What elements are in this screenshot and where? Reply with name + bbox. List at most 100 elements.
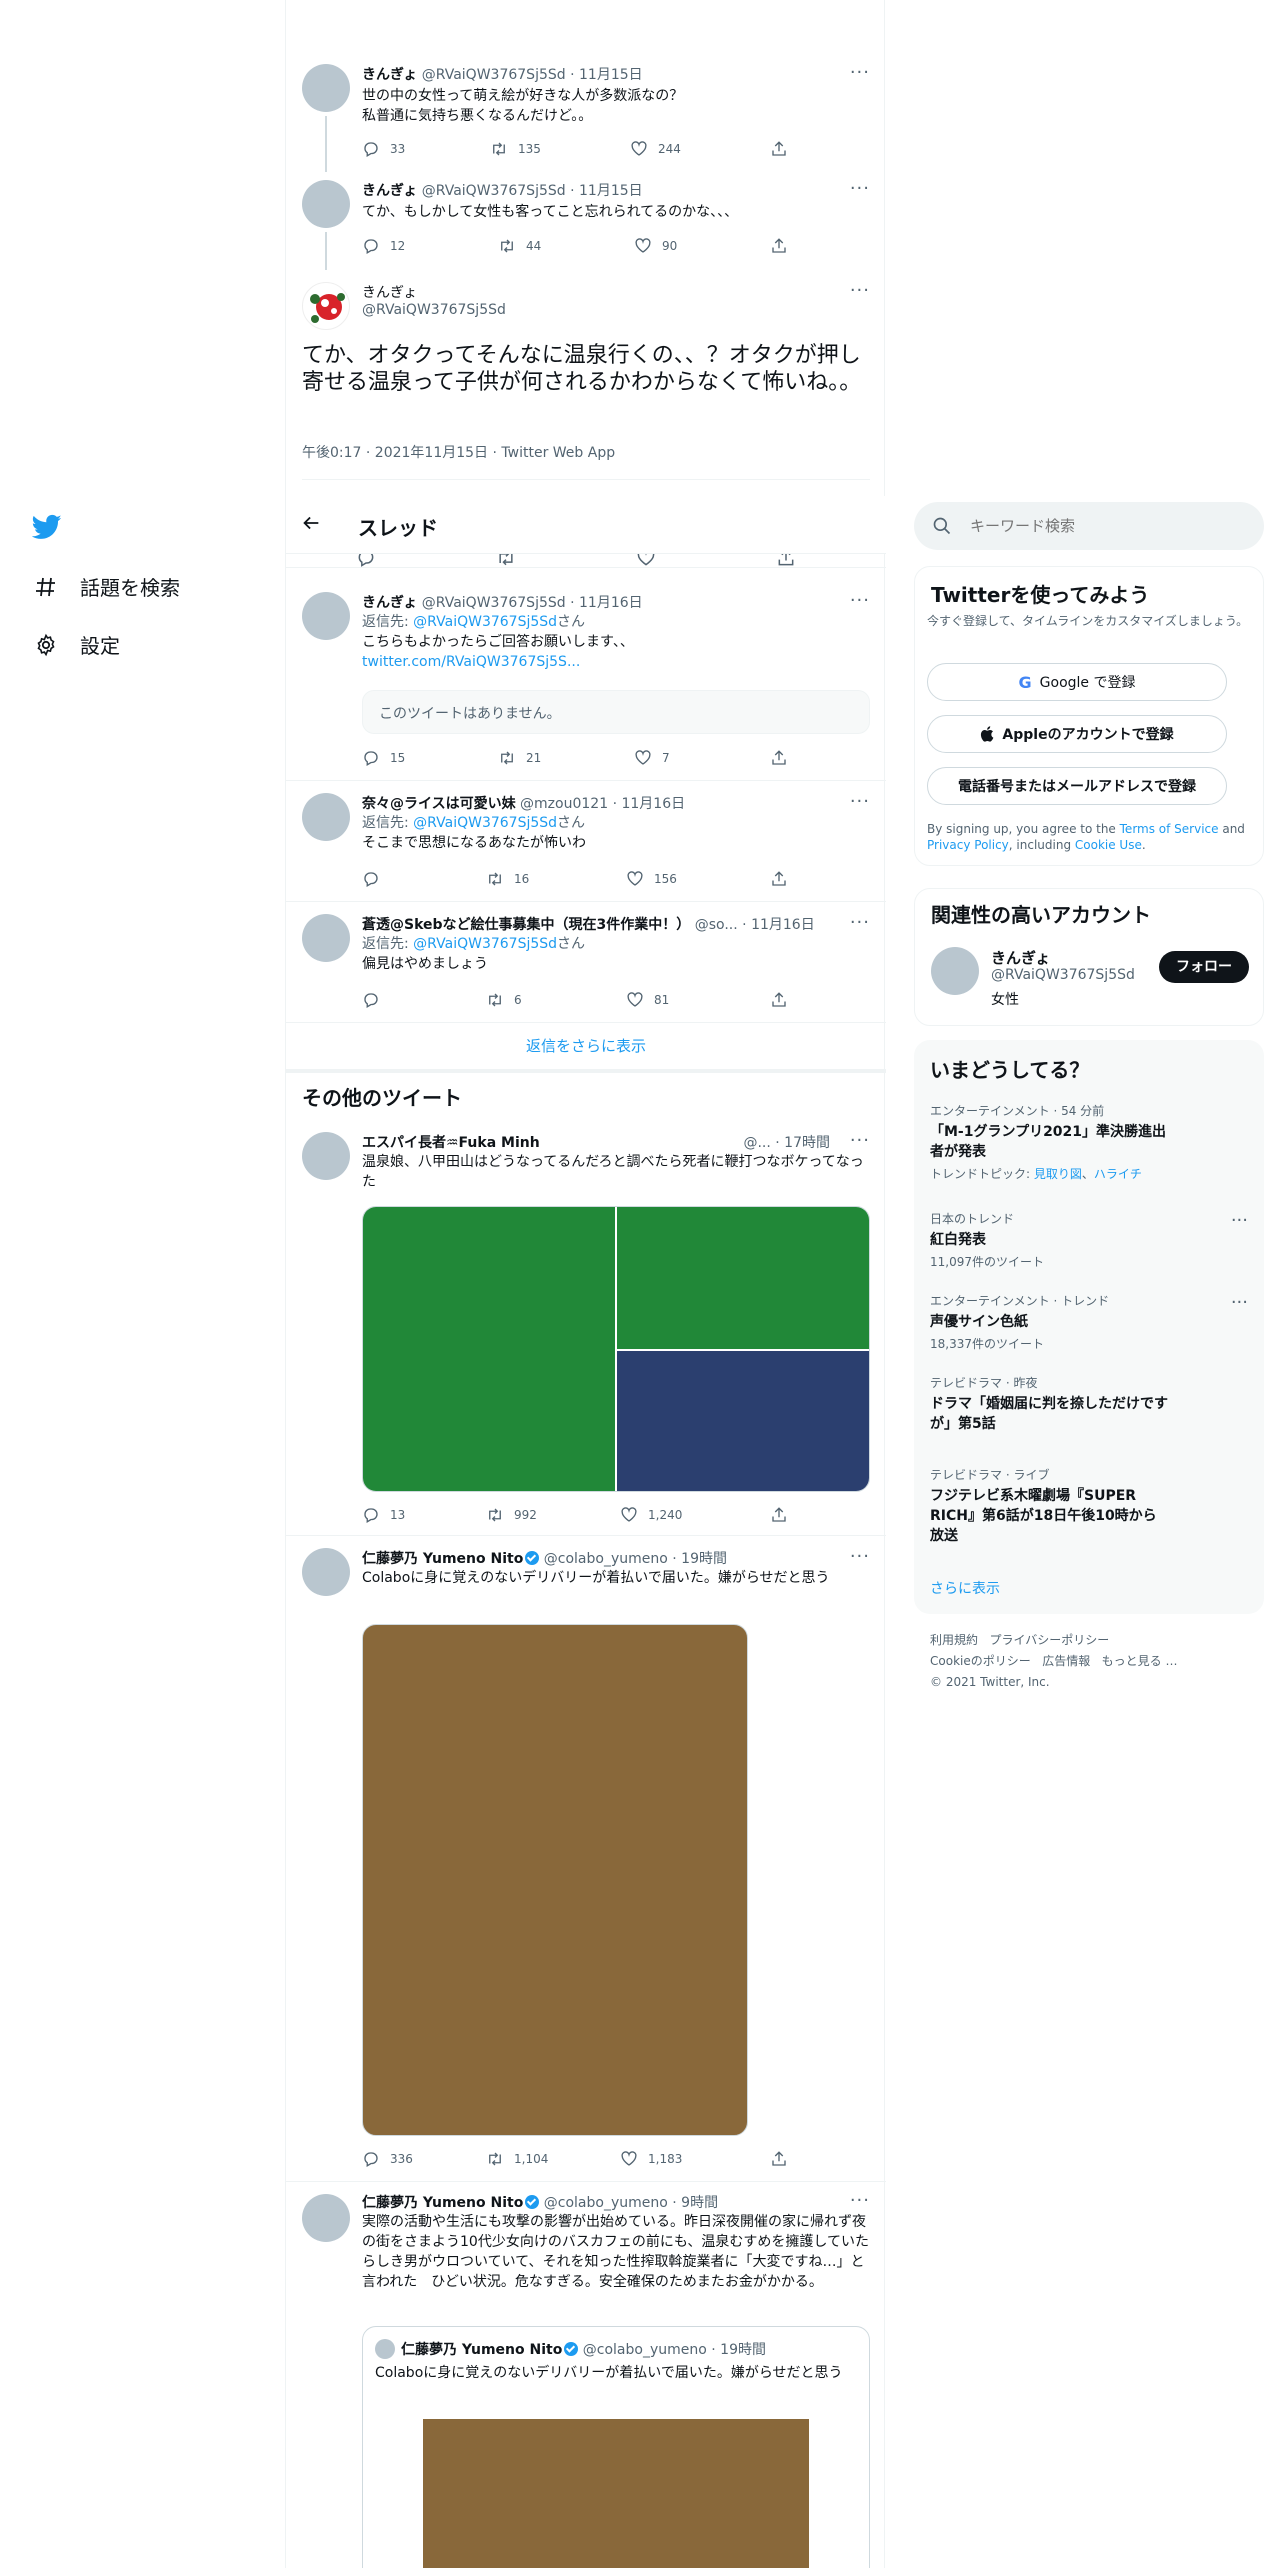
heart-icon[interactable]	[636, 554, 656, 568]
timestamp[interactable]: 11月16日	[579, 595, 643, 611]
more-icon[interactable]: ···	[850, 793, 870, 811]
timestamp[interactable]: 11月15日	[579, 67, 643, 83]
more-icon[interactable]: ···	[850, 914, 870, 932]
avatar[interactable]	[302, 282, 350, 330]
nav-explore[interactable]: 話題を検索	[32, 572, 180, 601]
handle[interactable]: @RVaiQW3767Sj5Sd	[422, 595, 566, 611]
share-button[interactable]	[770, 236, 788, 256]
like-button[interactable]: 1,240	[620, 1505, 682, 1525]
other-tweet[interactable]: 仁藤夢乃 Yumeno Nito @colabo_yumeno · 19時間 ·…	[286, 1536, 886, 2181]
display-name[interactable]: 仁藤夢乃 Yumeno Nito	[362, 2195, 523, 2211]
retweet-button[interactable]: 992	[486, 1505, 537, 1525]
handle[interactable]: @RVaiQW3767Sj5Sd	[422, 183, 566, 199]
timestamp[interactable]: 9時間	[681, 2195, 718, 2211]
reply-icon[interactable]	[356, 554, 376, 568]
footer-link[interactable]: プライバシーポリシー	[989, 1633, 1109, 1647]
more-icon[interactable]: ···	[850, 2192, 870, 2210]
like-button[interactable]: 7	[634, 748, 670, 768]
handle[interactable]: @colabo_yumeno	[544, 1551, 668, 1567]
avatar[interactable]	[931, 947, 979, 995]
more-icon[interactable]: ···	[1231, 1212, 1248, 1230]
more-icon[interactable]: ···	[850, 1132, 870, 1150]
avatar[interactable]	[302, 2194, 350, 2242]
reply-button[interactable]: 15	[362, 748, 405, 768]
reply-button[interactable]: 13	[362, 1505, 405, 1525]
footer-link[interactable]: Cookieのポリシー	[930, 1654, 1031, 1668]
retweet-button[interactable]: 21	[498, 748, 541, 768]
share-button[interactable]	[770, 1505, 788, 1525]
media-image[interactable]	[617, 1207, 869, 1349]
share-button[interactable]	[770, 869, 788, 889]
display-name[interactable]: きんぎょ	[362, 183, 417, 199]
other-tweet[interactable]: エスパイ長者♒Fuka Minh @... · 17時間 ··· 温泉娘、八甲田…	[286, 1120, 886, 1535]
related-handle[interactable]: @RVaiQW3767Sj5Sd	[991, 967, 1135, 983]
handle[interactable]: @colabo_yumeno	[544, 2195, 668, 2211]
handle[interactable]: @RVaiQW3767Sj5Sd	[422, 67, 566, 83]
retweet-button[interactable]: 6	[486, 990, 522, 1010]
reply-button[interactable]: 33	[362, 139, 405, 159]
quote-tweet[interactable]: 仁藤夢乃 Yumeno Nito @colabo_yumeno · 19時間 C…	[362, 2326, 870, 2568]
timestamp[interactable]: 11月16日	[751, 917, 815, 933]
search-input[interactable]	[970, 514, 1240, 538]
handle[interactable]: @so...	[695, 917, 738, 933]
avatar[interactable]	[302, 64, 350, 112]
tweet-meta[interactable]: 午後0:17 · 2021年11月15日 · Twitter Web App	[302, 442, 615, 462]
privacy-link[interactable]: Privacy Policy	[927, 838, 1009, 852]
search-box[interactable]	[914, 502, 1264, 550]
cookie-link[interactable]: Cookie Use	[1075, 838, 1142, 852]
thread-tweet[interactable]: きんぎょ @RVaiQW3767Sj5Sd · 11月15日 ··· 世の中の女…	[286, 56, 886, 172]
like-button[interactable]: 81	[626, 990, 669, 1010]
retweet-button[interactable]: 135	[490, 139, 541, 159]
timestamp[interactable]: 17時間	[784, 1135, 830, 1151]
reply-button[interactable]	[362, 990, 390, 1010]
retweet-button[interactable]: 16	[486, 869, 529, 889]
timestamp[interactable]: 19時間	[681, 1551, 727, 1567]
related-name[interactable]: きんぎょ	[991, 947, 1050, 968]
terms-link[interactable]: Terms of Service	[1120, 822, 1219, 836]
nav-settings[interactable]: 設定	[32, 630, 120, 659]
display-name[interactable]: きんぎょ	[362, 67, 417, 83]
trend-item[interactable]: テレビドラマ · ライブ フジテレビ系木曜劇場『SUPER RICH』第6話が1…	[930, 1466, 1248, 1546]
retweet-button[interactable]: 44	[498, 236, 541, 256]
thread-tweet[interactable]: きんぎょ @RVaiQW3767Sj5Sd · 11月15日 ··· てか、もし…	[286, 172, 886, 270]
share-button[interactable]	[770, 748, 788, 768]
handle[interactable]: @...	[743, 1135, 770, 1151]
display-name[interactable]: きんぎょ	[362, 595, 417, 611]
media-image[interactable]	[617, 1351, 869, 1491]
like-button[interactable]: 90	[634, 236, 677, 256]
show-more-trends[interactable]: さらに表示	[930, 1578, 1000, 1598]
avatar[interactable]	[302, 914, 350, 962]
share-button[interactable]	[770, 2149, 788, 2169]
display-name[interactable]: 蒼透@Skebなど絵仕事募集中（現在3件作業中！）	[362, 917, 690, 933]
reply-tweet[interactable]: 奈々@ライスは可愛い妹 @mzou0121 · 11月16日 ··· 返信先: …	[286, 781, 886, 901]
display-name[interactable]: エスパイ長者♒Fuka Minh	[362, 1135, 540, 1151]
more-icon[interactable]: ···	[850, 64, 870, 82]
share-button[interactable]	[770, 990, 788, 1010]
reply-tweet[interactable]: 蒼透@Skebなど絵仕事募集中（現在3件作業中！） @so... · 11月16…	[286, 902, 886, 1022]
avatar[interactable]	[302, 1132, 350, 1180]
media-image[interactable]	[362, 1624, 748, 2136]
more-icon[interactable]: ···	[850, 282, 870, 300]
tweet-link[interactable]: twitter.com/RVaiQW3767Sj5S...	[362, 652, 870, 672]
retweet-icon[interactable]	[496, 554, 516, 568]
more-icon[interactable]: ···	[850, 1548, 870, 1566]
like-button[interactable]: 156	[626, 869, 677, 889]
like-button[interactable]: 1,183	[620, 2149, 682, 2169]
trend-item[interactable]: テレビドラマ · 昨夜 ドラマ「婚姻届に判を捺しただけですが」第5話	[930, 1374, 1248, 1434]
display-name[interactable]: 仁藤夢乃 Yumeno Nito	[362, 1551, 523, 1567]
avatar[interactable]	[302, 793, 350, 841]
show-more-replies[interactable]: 返信をさらに表示	[286, 1023, 886, 1069]
more-icon[interactable]: ···	[850, 180, 870, 198]
display-name[interactable]: 奈々@ライスは可愛い妹	[362, 796, 516, 812]
share-button[interactable]	[770, 139, 788, 159]
trend-item[interactable]: エンターテインメント · トレンド 声優サイン色紙 18,337件のツイート ·…	[930, 1292, 1248, 1352]
avatar[interactable]	[302, 180, 350, 228]
reply-button[interactable]: 12	[362, 236, 405, 256]
more-icon[interactable]: ···	[850, 592, 870, 610]
footer-link[interactable]: 利用規約	[930, 1633, 978, 1647]
media-image[interactable]	[363, 1207, 615, 1491]
footer-link[interactable]: もっと見る …	[1102, 1654, 1178, 1668]
reply-tweet[interactable]: きんぎょ @RVaiQW3767Sj5Sd · 11月16日 ··· 返信先: …	[286, 580, 886, 780]
other-tweet[interactable]: 仁藤夢乃 Yumeno Nito @colabo_yumeno · 9時間 ··…	[286, 2182, 886, 2568]
reply-button[interactable]: 336	[362, 2149, 413, 2169]
